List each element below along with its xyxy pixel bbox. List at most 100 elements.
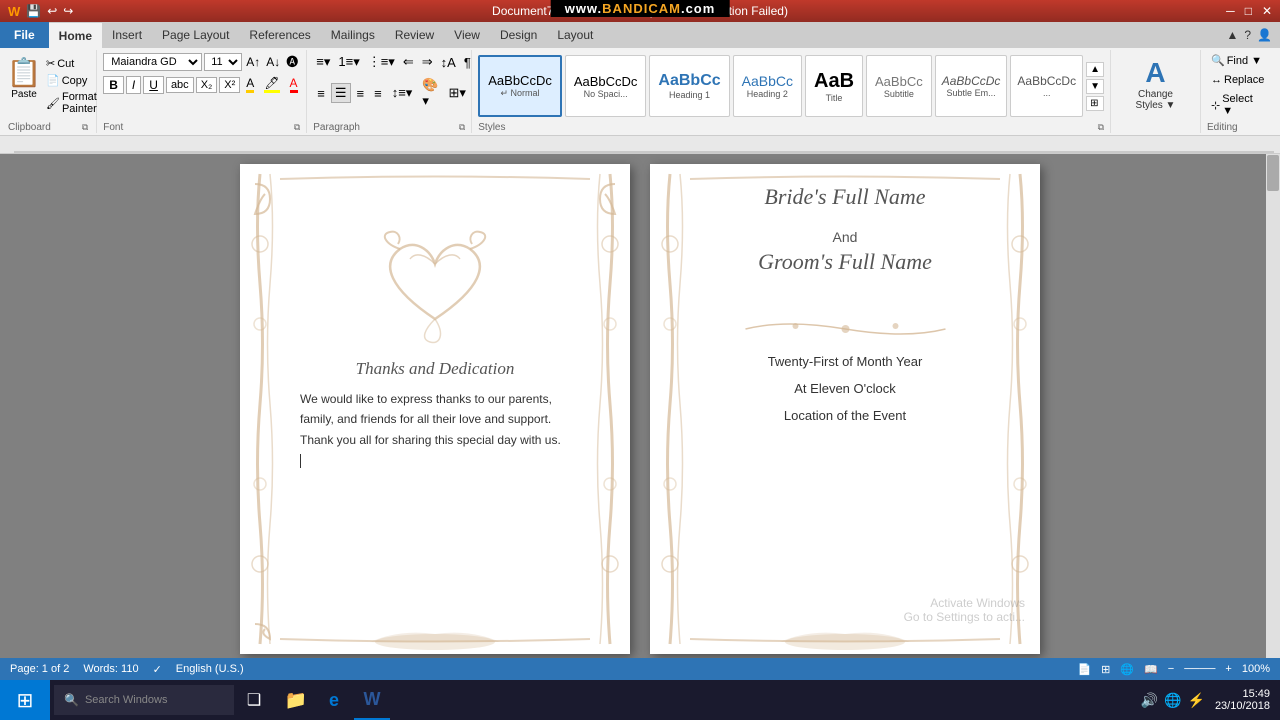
volume-icon[interactable]: 🔊 [1141,692,1158,709]
style-subtle-em[interactable]: AaBbCcDc Subtle Em... [935,55,1008,117]
right-page: Bride's Full Name And Groom's Full Name … [650,164,1040,654]
italic-btn[interactable]: I [126,76,141,94]
explorer-icon[interactable]: 📁 [278,680,314,720]
search-bar[interactable]: 🔍 Search Windows [54,685,234,715]
styles-scroll: ▲ ▼ ⊞ [1086,62,1104,111]
strikethrough-btn[interactable]: abc [166,77,194,93]
increase-indent-btn[interactable]: ⇒ [419,52,436,72]
restore-btn[interactable]: □ [1245,4,1252,18]
shading-btn[interactable]: 🎨▾ [418,75,442,111]
view-web[interactable]: 🌐 [1120,663,1134,676]
window-controls[interactable]: ─ □ ✕ [1226,4,1272,18]
zoom-out-btn[interactable]: − [1168,663,1174,675]
align-center-btn[interactable]: ☰ [331,83,351,103]
ribbon-tabs: File Home Insert Page Layout References … [0,22,1280,48]
taskbar-icons: 📁 e W [272,680,396,720]
bandicam-com: .com [681,1,715,16]
tab-home[interactable]: Home [49,22,102,48]
style-title[interactable]: AaB Title [805,55,863,117]
align-left-btn[interactable]: ≡ [313,84,329,103]
subscript-btn[interactable]: X₂ [196,77,218,93]
styles-more-btn[interactable]: ⊞ [1086,96,1104,111]
start-button[interactable]: ⊞ [0,680,50,720]
tab-design[interactable]: Design [490,22,547,48]
numbering-btn[interactable]: 1≡▾ [335,52,362,72]
styles-down-btn[interactable]: ▼ [1086,79,1104,94]
network-icon[interactable]: 🌐 [1164,692,1181,709]
font-family-select[interactable]: Maiandra GD [103,53,202,71]
sort-btn[interactable]: ↕A [438,53,459,72]
tab-mailings[interactable]: Mailings [321,22,385,48]
view-fullscreen[interactable]: ⊞ [1101,663,1110,676]
decrease-indent-btn[interactable]: ⇐ [400,52,417,72]
signin[interactable]: 👤 [1257,28,1272,42]
tab-review[interactable]: Review [385,22,444,48]
taskbar-clock[interactable]: 15:49 23/10/2018 [1215,688,1270,712]
task-view-btn[interactable]: ❑ [236,680,272,720]
help-icon[interactable]: ? [1244,28,1251,42]
vertical-scrollbar[interactable] [1266,154,1280,658]
superscript-btn[interactable]: X² [219,77,240,93]
text-color-btn[interactable]: A [242,74,258,95]
replace-btn[interactable]: ↔Replace [1207,72,1270,88]
thanks-body: We would like to express thanks to our p… [300,389,570,471]
language-indicator[interactable]: English (U.S.) [176,663,244,675]
bullets-btn[interactable]: ≡▾ [313,52,333,72]
word-taskbar-icon[interactable]: W [354,680,390,720]
change-styles-btn[interactable]: A ChangeStyles ▼ [1129,52,1183,116]
styles-up-btn[interactable]: ▲ [1086,62,1104,77]
style-more[interactable]: AaBbCcDc ... [1010,55,1083,117]
styles-label: Styles ⧉ [478,122,1104,133]
tab-insert[interactable]: Insert [102,22,152,48]
copy-button[interactable]: 📄Copy [44,73,99,88]
scrollbar-thumb[interactable] [1267,155,1279,191]
bold-btn[interactable]: B [103,76,124,94]
ornament-divider [709,314,982,349]
battery-icon[interactable]: ⚡ [1188,692,1205,709]
font-color-btn[interactable]: A [286,74,302,95]
font-grow-btn[interactable]: A↑ [244,54,262,70]
font-row2: B I U abc X₂ X² A 🖊 A [103,74,300,95]
zoom-in-btn[interactable]: + [1225,663,1231,675]
format-painter-button[interactable]: 🖌Format Painter [44,90,99,116]
file-tab[interactable]: File [0,22,49,48]
view-print[interactable]: 📄 [1077,663,1091,676]
close-btn[interactable]: ✕ [1262,4,1272,18]
style-normal[interactable]: AaBbCcDc ↵ Normal [478,55,562,117]
tab-layout[interactable]: Layout [547,22,603,48]
edge-icon[interactable]: e [316,680,352,720]
tab-view[interactable]: View [444,22,490,48]
align-right-btn[interactable]: ≡ [353,84,369,103]
line-spacing-btn[interactable]: ↕≡▾ [388,83,417,103]
quick-save[interactable]: 💾 [26,4,41,18]
paste-button[interactable]: 📋 Paste [8,52,40,104]
ribbon-right-controls: ▲ ? 👤 [1226,28,1280,42]
groom-name: Groom's Full Name [670,249,1021,275]
clear-format-btn[interactable]: 🅐 [284,52,300,71]
spelling-icon[interactable]: ✓ [153,663,162,676]
highlight-btn[interactable]: 🖊 [260,74,283,95]
style-subtitle[interactable]: AaBbCc Subtitle [866,55,932,117]
font-size-select[interactable]: 11 [204,53,242,71]
zoom-slider[interactable]: ──── [1184,663,1215,675]
taskbar-right: 🔊 🌐 ⚡ 15:49 23/10/2018 [1141,688,1280,712]
ribbon-collapse[interactable]: ▲ [1226,28,1238,42]
style-heading2[interactable]: AaBbCc Heading 2 [733,55,802,117]
tab-page-layout[interactable]: Page Layout [152,22,239,48]
cut-button[interactable]: ✂Cut [44,56,99,71]
minimize-btn[interactable]: ─ [1226,4,1235,18]
justify-btn[interactable]: ≡ [370,84,386,103]
multilevel-btn[interactable]: ⋮≡▾ [365,52,398,72]
font-shrink-btn[interactable]: A↓ [264,54,282,70]
select-btn[interactable]: ⊹Select ▼ [1207,91,1270,119]
find-btn[interactable]: 🔍Find ▼ [1207,52,1270,69]
borders-btn[interactable]: ⊞▾ [445,83,470,103]
view-read[interactable]: 📖 [1144,663,1158,676]
style-heading1[interactable]: AaBbCc Heading 1 [649,55,729,117]
quick-redo[interactable]: ↪ [63,4,73,18]
tab-references[interactable]: References [239,22,320,48]
bandicam-name: BANDICAM [602,1,681,16]
style-no-spacing[interactable]: AaBbCcDc No Spaci... [565,55,647,117]
underline-btn[interactable]: U [143,76,164,94]
quick-undo[interactable]: ↩ [47,4,57,18]
